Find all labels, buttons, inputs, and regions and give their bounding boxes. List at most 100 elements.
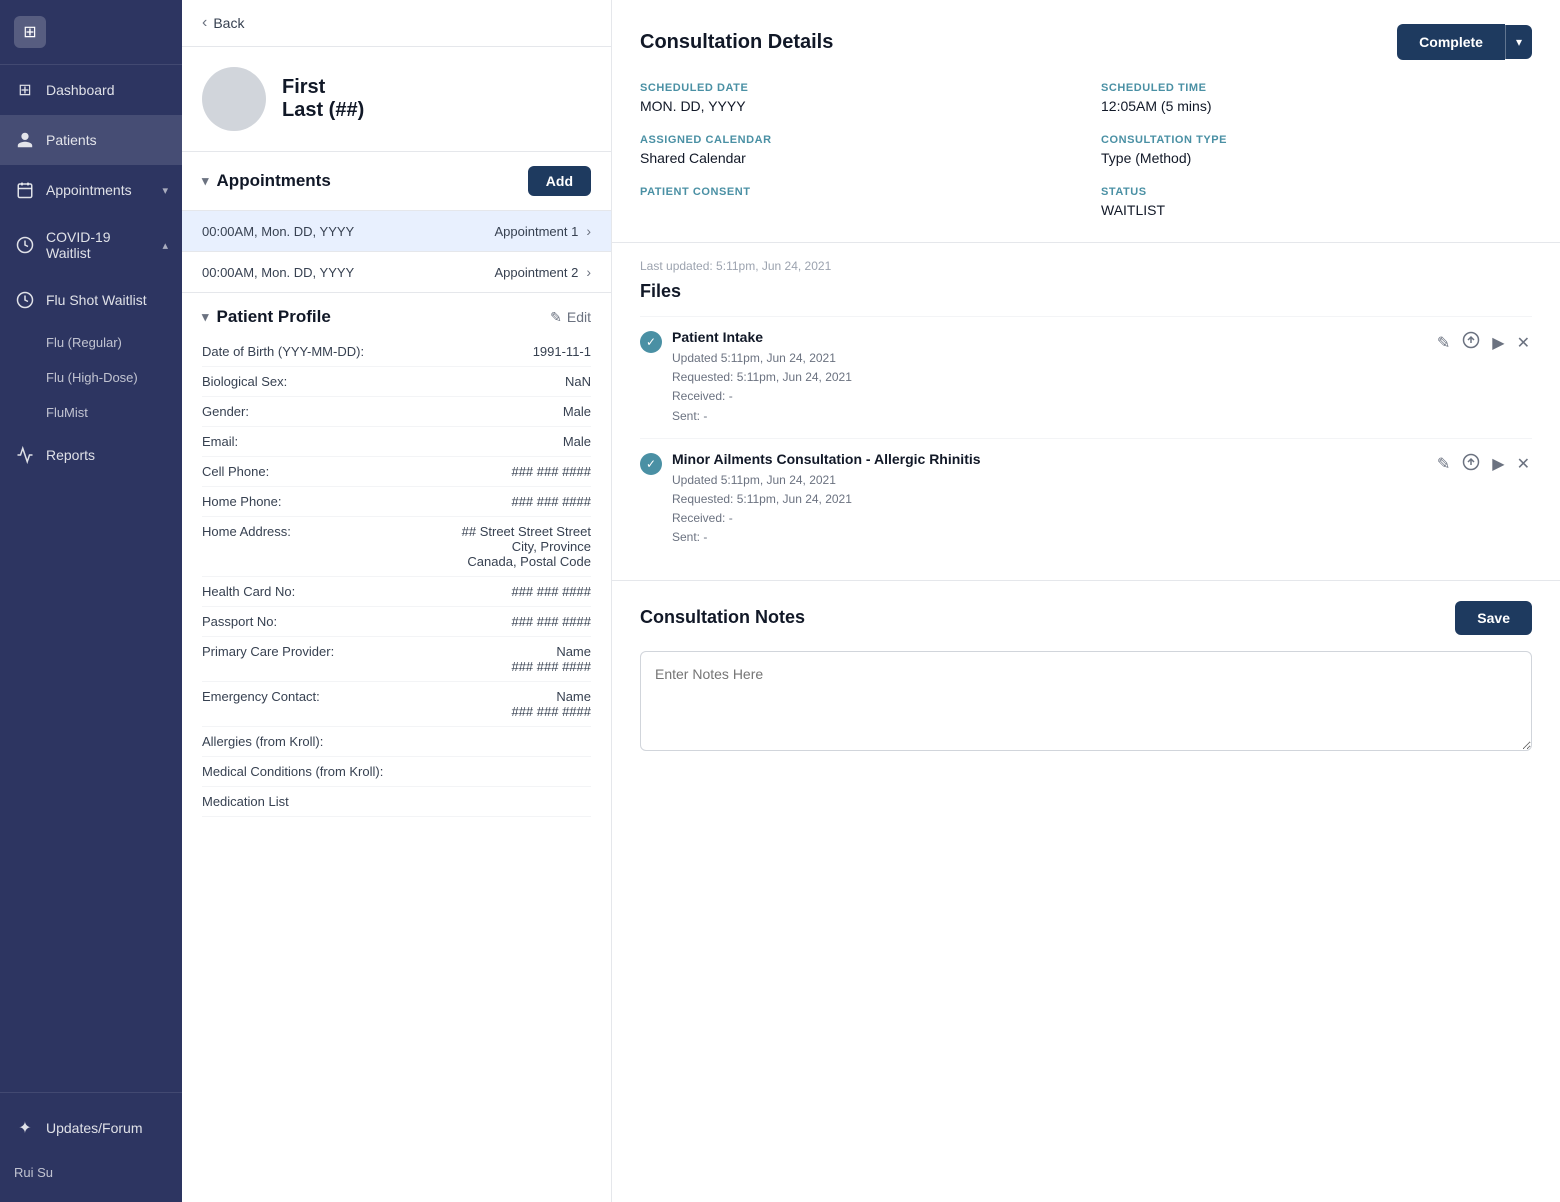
sidebar-item-flu-regular[interactable]: Flu (Regular) [0, 325, 182, 360]
file-edit-button[interactable]: ✎ [1435, 452, 1452, 476]
profile-section-title[interactable]: ▾ Patient Profile [202, 307, 331, 327]
profile-field-medical-conditions: Medical Conditions (from Kroll): [202, 757, 591, 787]
detail-status: STATUS WAITLIST [1101, 186, 1532, 218]
field-value: Name ### ### #### [511, 644, 591, 674]
file-info: Patient Intake Updated 5:11pm, Jun 24, 2… [672, 329, 1425, 426]
appointment-label: Appointment 2 [494, 265, 578, 280]
field-label: Emergency Contact: [202, 689, 320, 719]
chevron-right-icon: › [586, 223, 591, 239]
file-sent: Sent: - [672, 407, 1425, 426]
file-send-button[interactable]: ▶ [1490, 452, 1506, 476]
sidebar-item-flu-shot-waitlist[interactable]: Flu Shot Waitlist [0, 275, 182, 325]
patient-last-name: Last (##) [282, 99, 364, 122]
file-upload-button[interactable] [1460, 451, 1482, 478]
patient-profile-section: ▾ Patient Profile ✎ Edit Date of Birth (… [182, 293, 611, 833]
dropdown-arrow-icon: ▾ [1516, 35, 1522, 49]
profile-field-cell-phone: Cell Phone: ### ### #### [202, 457, 591, 487]
edit-profile-button[interactable]: ✎ Edit [550, 309, 591, 326]
chevron-down-icon: ▾ [202, 173, 209, 189]
file-item: ✓ Patient Intake Updated 5:11pm, Jun 24,… [640, 316, 1532, 438]
sidebar-item-flumist[interactable]: FluMist [0, 395, 182, 430]
field-value: ### ### #### [511, 584, 591, 599]
profile-field-medication-list: Medication List [202, 787, 591, 817]
chevron-right-icon: › [586, 264, 591, 280]
consultation-detail-grid: SCHEDULED DATE MON. DD, YYYY SCHEDULED T… [640, 82, 1532, 218]
file-check-icon: ✓ [640, 453, 662, 475]
detail-label: CONSULTATION TYPE [1101, 134, 1532, 146]
notes-textarea[interactable] [640, 651, 1532, 751]
field-value: ### ### #### [511, 494, 591, 509]
sidebar: ⊞ ⊞ Dashboard Patients Appointments ▾ CO… [0, 0, 182, 1202]
file-meta: Updated 5:11pm, Jun 24, 2021 Requested: … [672, 349, 1425, 426]
file-upload-button[interactable] [1460, 329, 1482, 356]
consultation-details-header: Consultation Details Complete ▾ [640, 24, 1532, 60]
consultation-notes-card: Consultation Notes Save [612, 581, 1560, 1202]
field-label: Medical Conditions (from Kroll): [202, 764, 383, 779]
appointment-label: Appointment 1 [494, 224, 578, 239]
sidebar-sub-item-label: Flu (High-Dose) [46, 370, 138, 385]
file-delete-button[interactable]: ✕ [1515, 331, 1532, 355]
profile-title: Patient Profile [217, 307, 331, 327]
profile-field-home-address: Home Address: ## Street Street Street Ci… [202, 517, 591, 577]
profile-section-header: ▾ Patient Profile ✎ Edit [202, 293, 591, 337]
sidebar-item-label: Dashboard [46, 82, 115, 98]
appointments-section-title[interactable]: ▾ Appointments [202, 171, 331, 191]
sidebar-logo: ⊞ [0, 0, 182, 65]
file-delete-button[interactable]: ✕ [1515, 452, 1532, 476]
field-value: NaN [565, 374, 591, 389]
user-name: Rui Su [14, 1165, 53, 1180]
sidebar-item-patients[interactable]: Patients [0, 115, 182, 165]
complete-button-group: Complete ▾ [1397, 24, 1532, 60]
edit-label: Edit [567, 309, 591, 325]
files-card: Last updated: 5:11pm, Jun 24, 2021 Files… [612, 243, 1560, 581]
save-notes-button[interactable]: Save [1455, 601, 1532, 635]
profile-field-biological-sex: Biological Sex: NaN [202, 367, 591, 397]
add-appointment-button[interactable]: Add [528, 166, 591, 196]
sidebar-navigation: ⊞ Dashboard Patients Appointments ▾ COVI… [0, 65, 182, 1092]
file-updated: Updated 5:11pm, Jun 24, 2021 [672, 349, 1425, 368]
sidebar-item-label: Reports [46, 447, 95, 463]
consultation-details-title: Consultation Details [640, 31, 833, 54]
field-label: Email: [202, 434, 238, 449]
sidebar-item-flu-high-dose[interactable]: Flu (High-Dose) [0, 360, 182, 395]
chevron-up-icon: ▴ [162, 239, 168, 252]
file-edit-button[interactable]: ✎ [1435, 331, 1452, 355]
detail-label: ASSIGNED CALENDAR [640, 134, 1071, 146]
complete-button[interactable]: Complete [1397, 24, 1505, 60]
sidebar-item-dashboard[interactable]: ⊞ Dashboard [0, 65, 182, 115]
field-label: Gender: [202, 404, 249, 419]
field-label: Primary Care Provider: [202, 644, 334, 674]
profile-field-health-card: Health Card No: ### ### #### [202, 577, 591, 607]
sidebar-bottom: ✦ Updates/Forum Rui Su [0, 1092, 182, 1202]
field-value: Male [563, 434, 591, 449]
notes-header: Consultation Notes Save [640, 601, 1532, 635]
appointment-row[interactable]: 00:00AM, Mon. DD, YYYY Appointment 1 › [182, 210, 611, 251]
sidebar-item-appointments[interactable]: Appointments ▾ [0, 165, 182, 215]
sidebar-sub-item-label: FluMist [46, 405, 88, 420]
updates-forum-icon: ✦ [14, 1117, 36, 1139]
field-label: Date of Birth (YYY-MM-DD): [202, 344, 364, 359]
detail-scheduled-time: SCHEDULED TIME 12:05AM (5 mins) [1101, 82, 1532, 114]
sidebar-item-label: Flu Shot Waitlist [46, 292, 147, 308]
logo-icon: ⊞ [14, 16, 46, 48]
complete-dropdown-button[interactable]: ▾ [1505, 25, 1532, 59]
sidebar-item-covid-waitlist[interactable]: COVID-19 Waitlist ▴ [0, 215, 182, 275]
appointment-row[interactable]: 00:00AM, Mon. DD, YYYY Appointment 2 › [182, 251, 611, 292]
back-button[interactable]: ‹ Back [182, 0, 611, 47]
detail-value: MON. DD, YYYY [640, 98, 1071, 114]
covid-waitlist-icon [14, 234, 36, 256]
file-actions: ✎ ▶ ✕ [1435, 451, 1532, 478]
detail-label: SCHEDULED DATE [640, 82, 1071, 94]
back-label: Back [213, 15, 244, 31]
sidebar-item-reports[interactable]: Reports [0, 430, 182, 480]
file-item: ✓ Minor Ailments Consultation - Allergic… [640, 438, 1532, 560]
file-requested: Requested: 5:11pm, Jun 24, 2021 [672, 490, 1425, 509]
sidebar-item-updates-forum[interactable]: ✦ Updates/Forum [0, 1103, 182, 1153]
profile-field-allergies: Allergies (from Kroll): [202, 727, 591, 757]
sidebar-item-label: Patients [46, 132, 97, 148]
file-sent: Sent: - [672, 528, 1425, 547]
reports-icon [14, 444, 36, 466]
flu-shot-icon [14, 289, 36, 311]
file-send-button[interactable]: ▶ [1490, 331, 1506, 355]
main-content: ‹ Back First Last (##) ▾ Appointments Ad… [182, 0, 1560, 1202]
